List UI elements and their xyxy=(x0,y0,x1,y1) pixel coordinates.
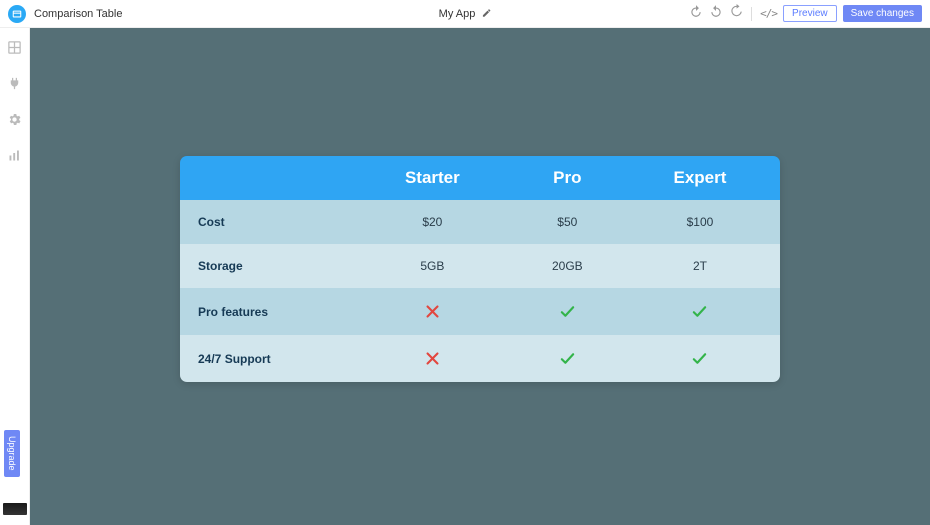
sidebar-plugins-button[interactable] xyxy=(7,76,22,96)
table-row: 24/7 Support xyxy=(180,335,780,382)
cross-icon xyxy=(424,350,441,367)
edit-name-button[interactable] xyxy=(481,5,491,23)
code-button[interactable]: </> xyxy=(760,7,777,20)
feature-label: Storage xyxy=(180,244,350,288)
separator xyxy=(751,7,752,21)
table-row: Cost$20$50$100 xyxy=(180,200,780,244)
undo-button[interactable] xyxy=(689,4,703,23)
sidebar-settings-button[interactable] xyxy=(7,112,22,132)
topbar-center: My App xyxy=(439,5,492,23)
widget-logo-icon xyxy=(8,5,26,23)
history-button[interactable] xyxy=(729,4,743,23)
table-header-row: Starter Pro Expert xyxy=(180,156,780,200)
table-row: Pro features xyxy=(180,288,780,335)
feature-label: 24/7 Support xyxy=(180,335,350,382)
cross-icon xyxy=(424,303,441,320)
sidebar-analytics-button[interactable] xyxy=(7,148,22,168)
redo-icon xyxy=(709,4,723,18)
table-cell xyxy=(350,288,515,335)
check-icon xyxy=(559,303,576,320)
widget-title: Comparison Table xyxy=(34,8,122,20)
app-name: My App xyxy=(439,8,476,20)
left-sidebar: Upgrade xyxy=(0,28,30,525)
undo-icon xyxy=(689,4,703,18)
table-cell: 5GB xyxy=(350,244,515,288)
sidebar-layout-button[interactable] xyxy=(7,40,22,60)
table-cell: 20GB xyxy=(515,244,620,288)
table-cell: $100 xyxy=(620,200,780,244)
grid-icon xyxy=(7,40,22,55)
table-cell: $20 xyxy=(350,200,515,244)
check-icon xyxy=(559,350,576,367)
chart-icon xyxy=(7,148,22,163)
upgrade-button[interactable]: Upgrade xyxy=(4,430,20,477)
history-icon xyxy=(729,4,743,18)
check-icon xyxy=(691,350,708,367)
preview-button[interactable]: Preview xyxy=(783,5,837,22)
device-thumbnail-icon xyxy=(3,503,27,515)
gear-icon xyxy=(7,112,22,127)
editor-canvas[interactable]: Starter Pro Expert Cost$20$50$100Storage… xyxy=(30,28,930,525)
topbar-right: </> Preview Save changes xyxy=(689,4,922,23)
topbar-left: Comparison Table xyxy=(8,5,122,23)
check-icon xyxy=(691,303,708,320)
table-cell: 2T xyxy=(620,244,780,288)
header-cell-plan: Pro xyxy=(515,156,620,200)
header-cell-empty xyxy=(180,156,350,200)
feature-label: Cost xyxy=(180,200,350,244)
table-cell xyxy=(620,335,780,382)
table-cell xyxy=(620,288,780,335)
save-button[interactable]: Save changes xyxy=(843,5,922,22)
table-cell xyxy=(350,335,515,382)
table-cell xyxy=(515,335,620,382)
feature-label: Pro features xyxy=(180,288,350,335)
table-cell xyxy=(515,288,620,335)
table-cell: $50 xyxy=(515,200,620,244)
header-cell-plan: Starter xyxy=(350,156,515,200)
table-row: Storage5GB20GB2T xyxy=(180,244,780,288)
redo-button[interactable] xyxy=(709,4,723,23)
pencil-icon xyxy=(481,8,491,18)
header-cell-plan: Expert xyxy=(620,156,780,200)
plug-icon xyxy=(7,76,22,91)
topbar: Comparison Table My App </> Preview Save… xyxy=(0,0,930,28)
comparison-table[interactable]: Starter Pro Expert Cost$20$50$100Storage… xyxy=(180,156,780,382)
